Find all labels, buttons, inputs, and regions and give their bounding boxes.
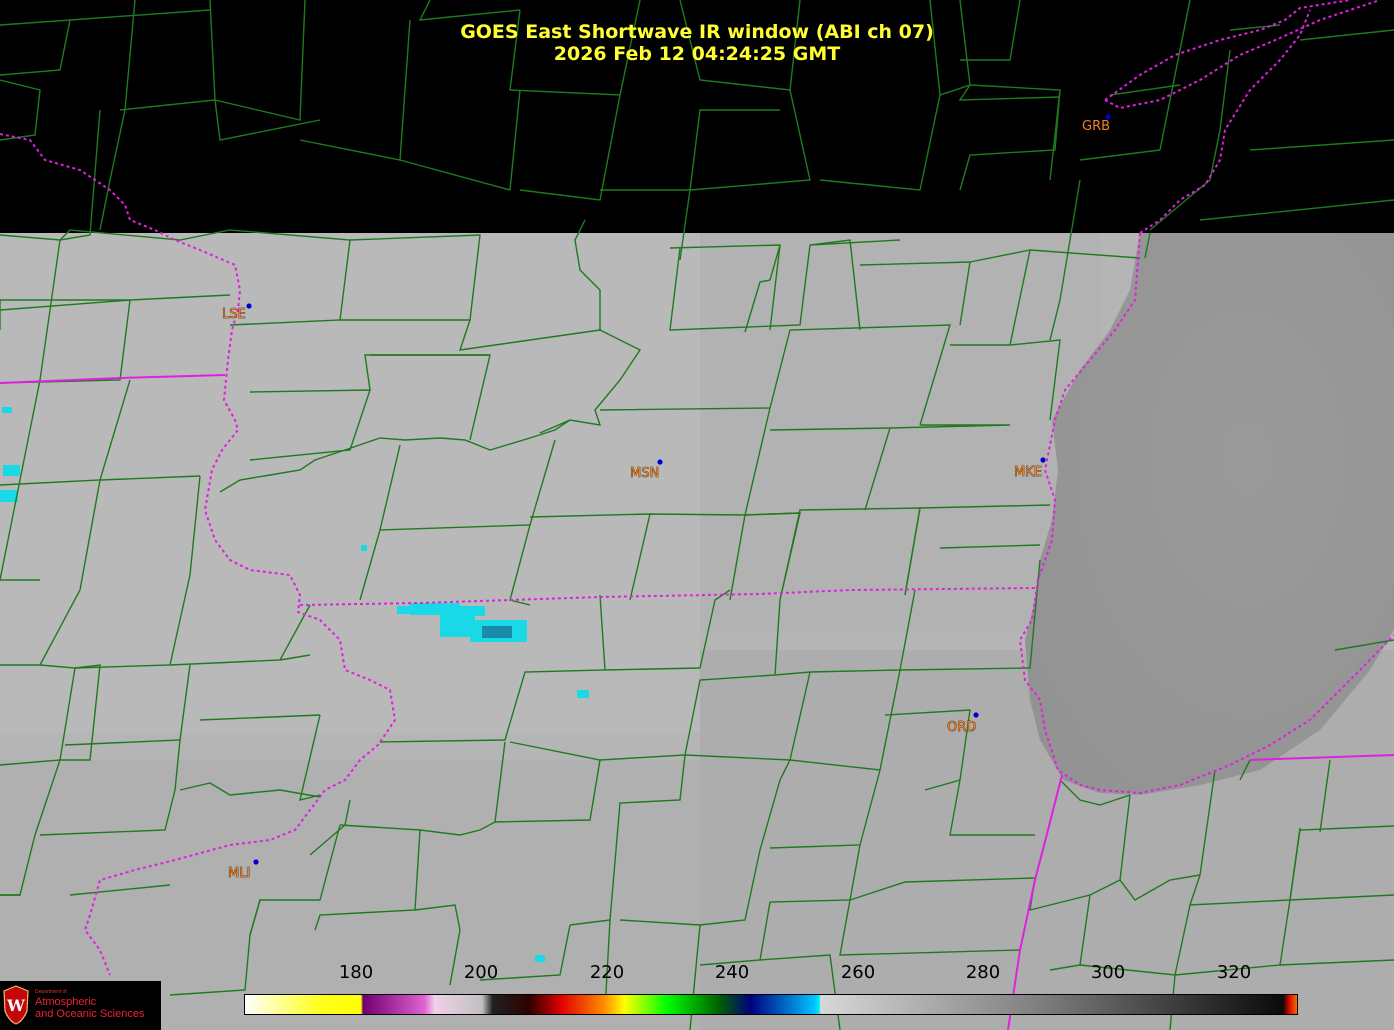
colorbar-tick: 260 xyxy=(840,962,876,983)
station-label-grb: GRB xyxy=(1082,119,1110,134)
satellite-image-view: GRB LSE MSN MKE ORD MLI GOES East Shortw… xyxy=(0,0,1394,1030)
colorbar-tick: 280 xyxy=(965,962,1001,983)
logo-line2: and Oceanic Sciences xyxy=(35,1008,145,1020)
image-title: GOES East Shortwave IR window (ABI ch 07… xyxy=(460,21,934,43)
colorbar-tick: 200 xyxy=(463,962,499,983)
station-label-mke: MKE xyxy=(1014,465,1042,480)
aos-logo: W Department of Atmospheric and Oceanic … xyxy=(0,981,161,1030)
station-label-mli: MLI xyxy=(228,866,250,881)
logo-department-text: Department of xyxy=(35,989,67,995)
colorbar-tick: 240 xyxy=(714,962,750,983)
image-timestamp: 2026 Feb 12 04:24:25 GMT xyxy=(553,43,841,65)
brightness-temperature-colorbar xyxy=(244,994,1298,1015)
station-label-lse: LSE xyxy=(222,307,246,322)
station-label-msn: MSN xyxy=(630,466,659,481)
colorbar-tick: 220 xyxy=(589,962,625,983)
colorbar-tick: 320 xyxy=(1216,962,1252,983)
station-label-ord: ORD xyxy=(947,720,976,735)
satellite-map: GRB LSE MSN MKE ORD MLI xyxy=(0,0,1394,1030)
colorbar-tick: 300 xyxy=(1090,962,1126,983)
logo-line1: Atmospheric xyxy=(35,996,97,1008)
colorbar-tick: 180 xyxy=(338,962,374,983)
svg-text:W: W xyxy=(6,996,26,1015)
uw-crest-icon: W xyxy=(3,985,29,1025)
